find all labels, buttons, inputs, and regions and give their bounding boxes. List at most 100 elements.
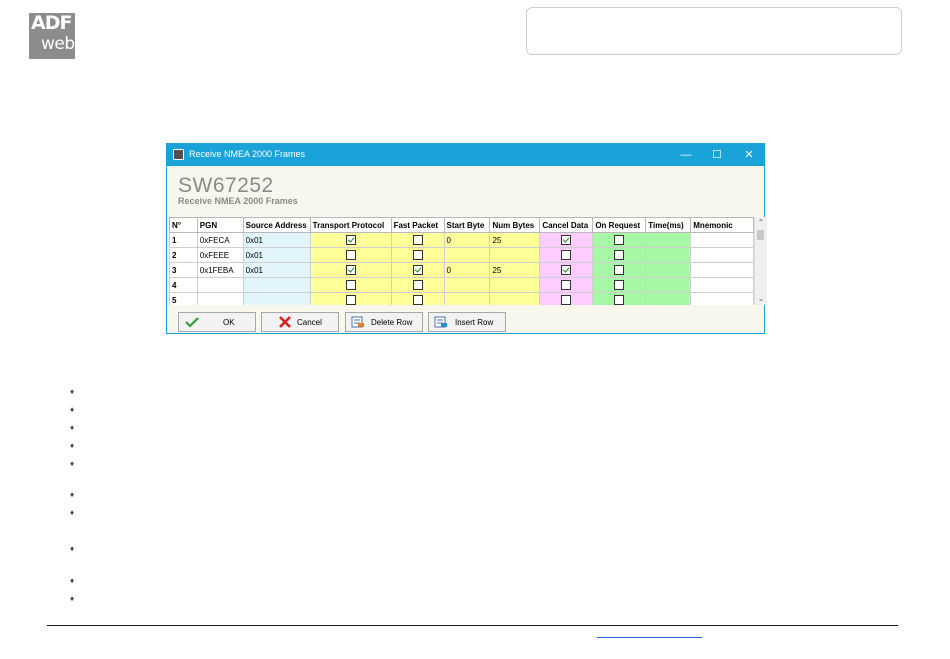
col-header-mnemonic[interactable]: Mnemonic <box>690 217 754 233</box>
time-cell[interactable] <box>645 247 692 263</box>
on-request-cell[interactable] <box>592 232 647 248</box>
transport-protocol-cell[interactable] <box>309 277 392 293</box>
num-bytes-cell[interactable] <box>489 247 541 263</box>
insert-row-button[interactable]: Insert Row <box>428 312 506 332</box>
footer-link[interactable] <box>597 637 702 638</box>
time-cell[interactable] <box>645 292 692 305</box>
start-byte-cell[interactable]: 0 <box>443 232 491 248</box>
cancel-data-checkbox[interactable] <box>561 280 572 290</box>
row-number: 4 <box>169 277 198 293</box>
start-byte-cell[interactable] <box>443 277 491 293</box>
cancel-data-cell[interactable] <box>539 262 594 278</box>
col-header-num-bytes[interactable]: Num Bytes <box>489 217 541 233</box>
col-header-start-byte[interactable]: Start Byte <box>443 217 491 233</box>
transport-protocol-cell[interactable] <box>309 292 392 305</box>
transport-protocol-cell[interactable] <box>309 247 392 263</box>
on-request-checkbox[interactable] <box>614 250 625 260</box>
insert-row-icon <box>434 316 447 328</box>
transport-protocol-checkbox[interactable] <box>345 265 356 275</box>
on-request-checkbox[interactable] <box>614 280 625 290</box>
source-address-cell[interactable]: 0x01 <box>242 232 311 248</box>
scroll-down-icon[interactable]: ⌄ <box>755 293 767 305</box>
delete-row-button[interactable]: Delete Row <box>345 312 423 332</box>
scroll-thumb[interactable] <box>757 230 764 240</box>
on-request-checkbox[interactable] <box>614 265 625 275</box>
fast-packet-checkbox[interactable] <box>412 265 423 275</box>
cancel-data-cell[interactable] <box>539 247 594 263</box>
start-byte-cell[interactable] <box>443 247 491 263</box>
close-button[interactable]: ✕ <box>738 147 760 163</box>
delete-row-icon <box>351 316 364 328</box>
transport-protocol-checkbox[interactable] <box>345 235 356 245</box>
transport-protocol-checkbox[interactable] <box>345 280 356 290</box>
col-header-transport-protocol[interactable]: Transport Protocol <box>309 217 392 233</box>
ok-button[interactable]: OK <box>178 312 256 332</box>
mnemonic-cell[interactable] <box>690 247 754 263</box>
source-address-cell[interactable]: 0x01 <box>242 247 311 263</box>
minimize-button[interactable]: — <box>675 147 697 163</box>
num-bytes-cell[interactable] <box>489 277 541 293</box>
fast-packet-checkbox[interactable] <box>412 280 423 290</box>
time-cell[interactable] <box>645 232 692 248</box>
start-byte-cell[interactable] <box>443 292 491 305</box>
source-address-cell[interactable]: 0x01 <box>242 262 311 278</box>
mnemonic-cell[interactable] <box>690 232 754 248</box>
time-cell[interactable] <box>645 277 692 293</box>
cancel-data-checkbox[interactable] <box>561 295 572 305</box>
on-request-cell[interactable] <box>592 247 647 263</box>
on-request-cell[interactable] <box>592 262 647 278</box>
cancel-data-checkbox[interactable] <box>561 235 572 245</box>
fast-packet-cell[interactable] <box>390 232 445 248</box>
fast-packet-checkbox[interactable] <box>412 295 423 305</box>
col-header-cancel-data[interactable]: Cancel Data <box>539 217 594 233</box>
cancel-button[interactable]: Cancel <box>261 312 339 332</box>
window-body: SW67252 Receive NMEA 2000 Frames N° PGN … <box>167 166 767 333</box>
pgn-cell[interactable] <box>196 292 244 305</box>
num-bytes-cell[interactable]: 25 <box>489 262 541 278</box>
cancel-data-checkbox[interactable] <box>561 250 572 260</box>
fast-packet-cell[interactable] <box>390 262 445 278</box>
transport-protocol-cell[interactable] <box>309 232 392 248</box>
fast-packet-checkbox[interactable] <box>412 235 423 245</box>
fast-packet-checkbox[interactable] <box>412 250 423 260</box>
window-title: Receive NMEA 2000 Frames <box>189 149 306 159</box>
grid-vertical-scrollbar[interactable]: ⌃ ⌄ <box>754 217 767 305</box>
mnemonic-cell[interactable] <box>690 292 754 305</box>
pgn-cell[interactable]: 0x1FEBA <box>196 262 244 278</box>
col-header-fast-packet[interactable]: Fast Packet <box>390 217 445 233</box>
time-cell[interactable] <box>645 262 692 278</box>
fast-packet-cell[interactable] <box>390 277 445 293</box>
cancel-data-checkbox[interactable] <box>561 265 572 275</box>
cancel-data-cell[interactable] <box>539 277 594 293</box>
transport-protocol-cell[interactable] <box>309 262 392 278</box>
num-bytes-cell[interactable] <box>489 292 541 305</box>
transport-protocol-checkbox[interactable] <box>345 295 356 305</box>
source-address-cell[interactable] <box>242 292 311 305</box>
transport-protocol-checkbox[interactable] <box>345 250 356 260</box>
fast-packet-cell[interactable] <box>390 292 445 305</box>
col-header-time[interactable]: Time(ms) <box>645 217 692 233</box>
logo-text-web: web <box>41 34 75 54</box>
col-header-source-address[interactable]: Source Address <box>242 217 311 233</box>
col-header-pgn[interactable]: PGN <box>196 217 244 233</box>
on-request-cell[interactable] <box>592 277 647 293</box>
scroll-up-icon[interactable]: ⌃ <box>755 217 767 229</box>
mnemonic-cell[interactable] <box>690 262 754 278</box>
pgn-cell[interactable]: 0xFEEE <box>196 247 244 263</box>
pgn-cell[interactable] <box>196 277 244 293</box>
model-code: SW67252 <box>178 174 274 197</box>
start-byte-cell[interactable]: 0 <box>443 262 491 278</box>
col-header-n[interactable]: N° <box>169 217 198 233</box>
on-request-checkbox[interactable] <box>614 235 625 245</box>
cancel-data-cell[interactable] <box>539 292 594 305</box>
mnemonic-cell[interactable] <box>690 277 754 293</box>
source-address-cell[interactable] <box>242 277 311 293</box>
fast-packet-cell[interactable] <box>390 247 445 263</box>
on-request-cell[interactable] <box>592 292 647 305</box>
cancel-data-cell[interactable] <box>539 232 594 248</box>
pgn-cell[interactable]: 0xFECA <box>196 232 244 248</box>
maximize-button[interactable]: ☐ <box>706 147 728 163</box>
num-bytes-cell[interactable]: 25 <box>489 232 541 248</box>
on-request-checkbox[interactable] <box>614 295 625 305</box>
col-header-on-request[interactable]: On Request <box>592 217 647 233</box>
